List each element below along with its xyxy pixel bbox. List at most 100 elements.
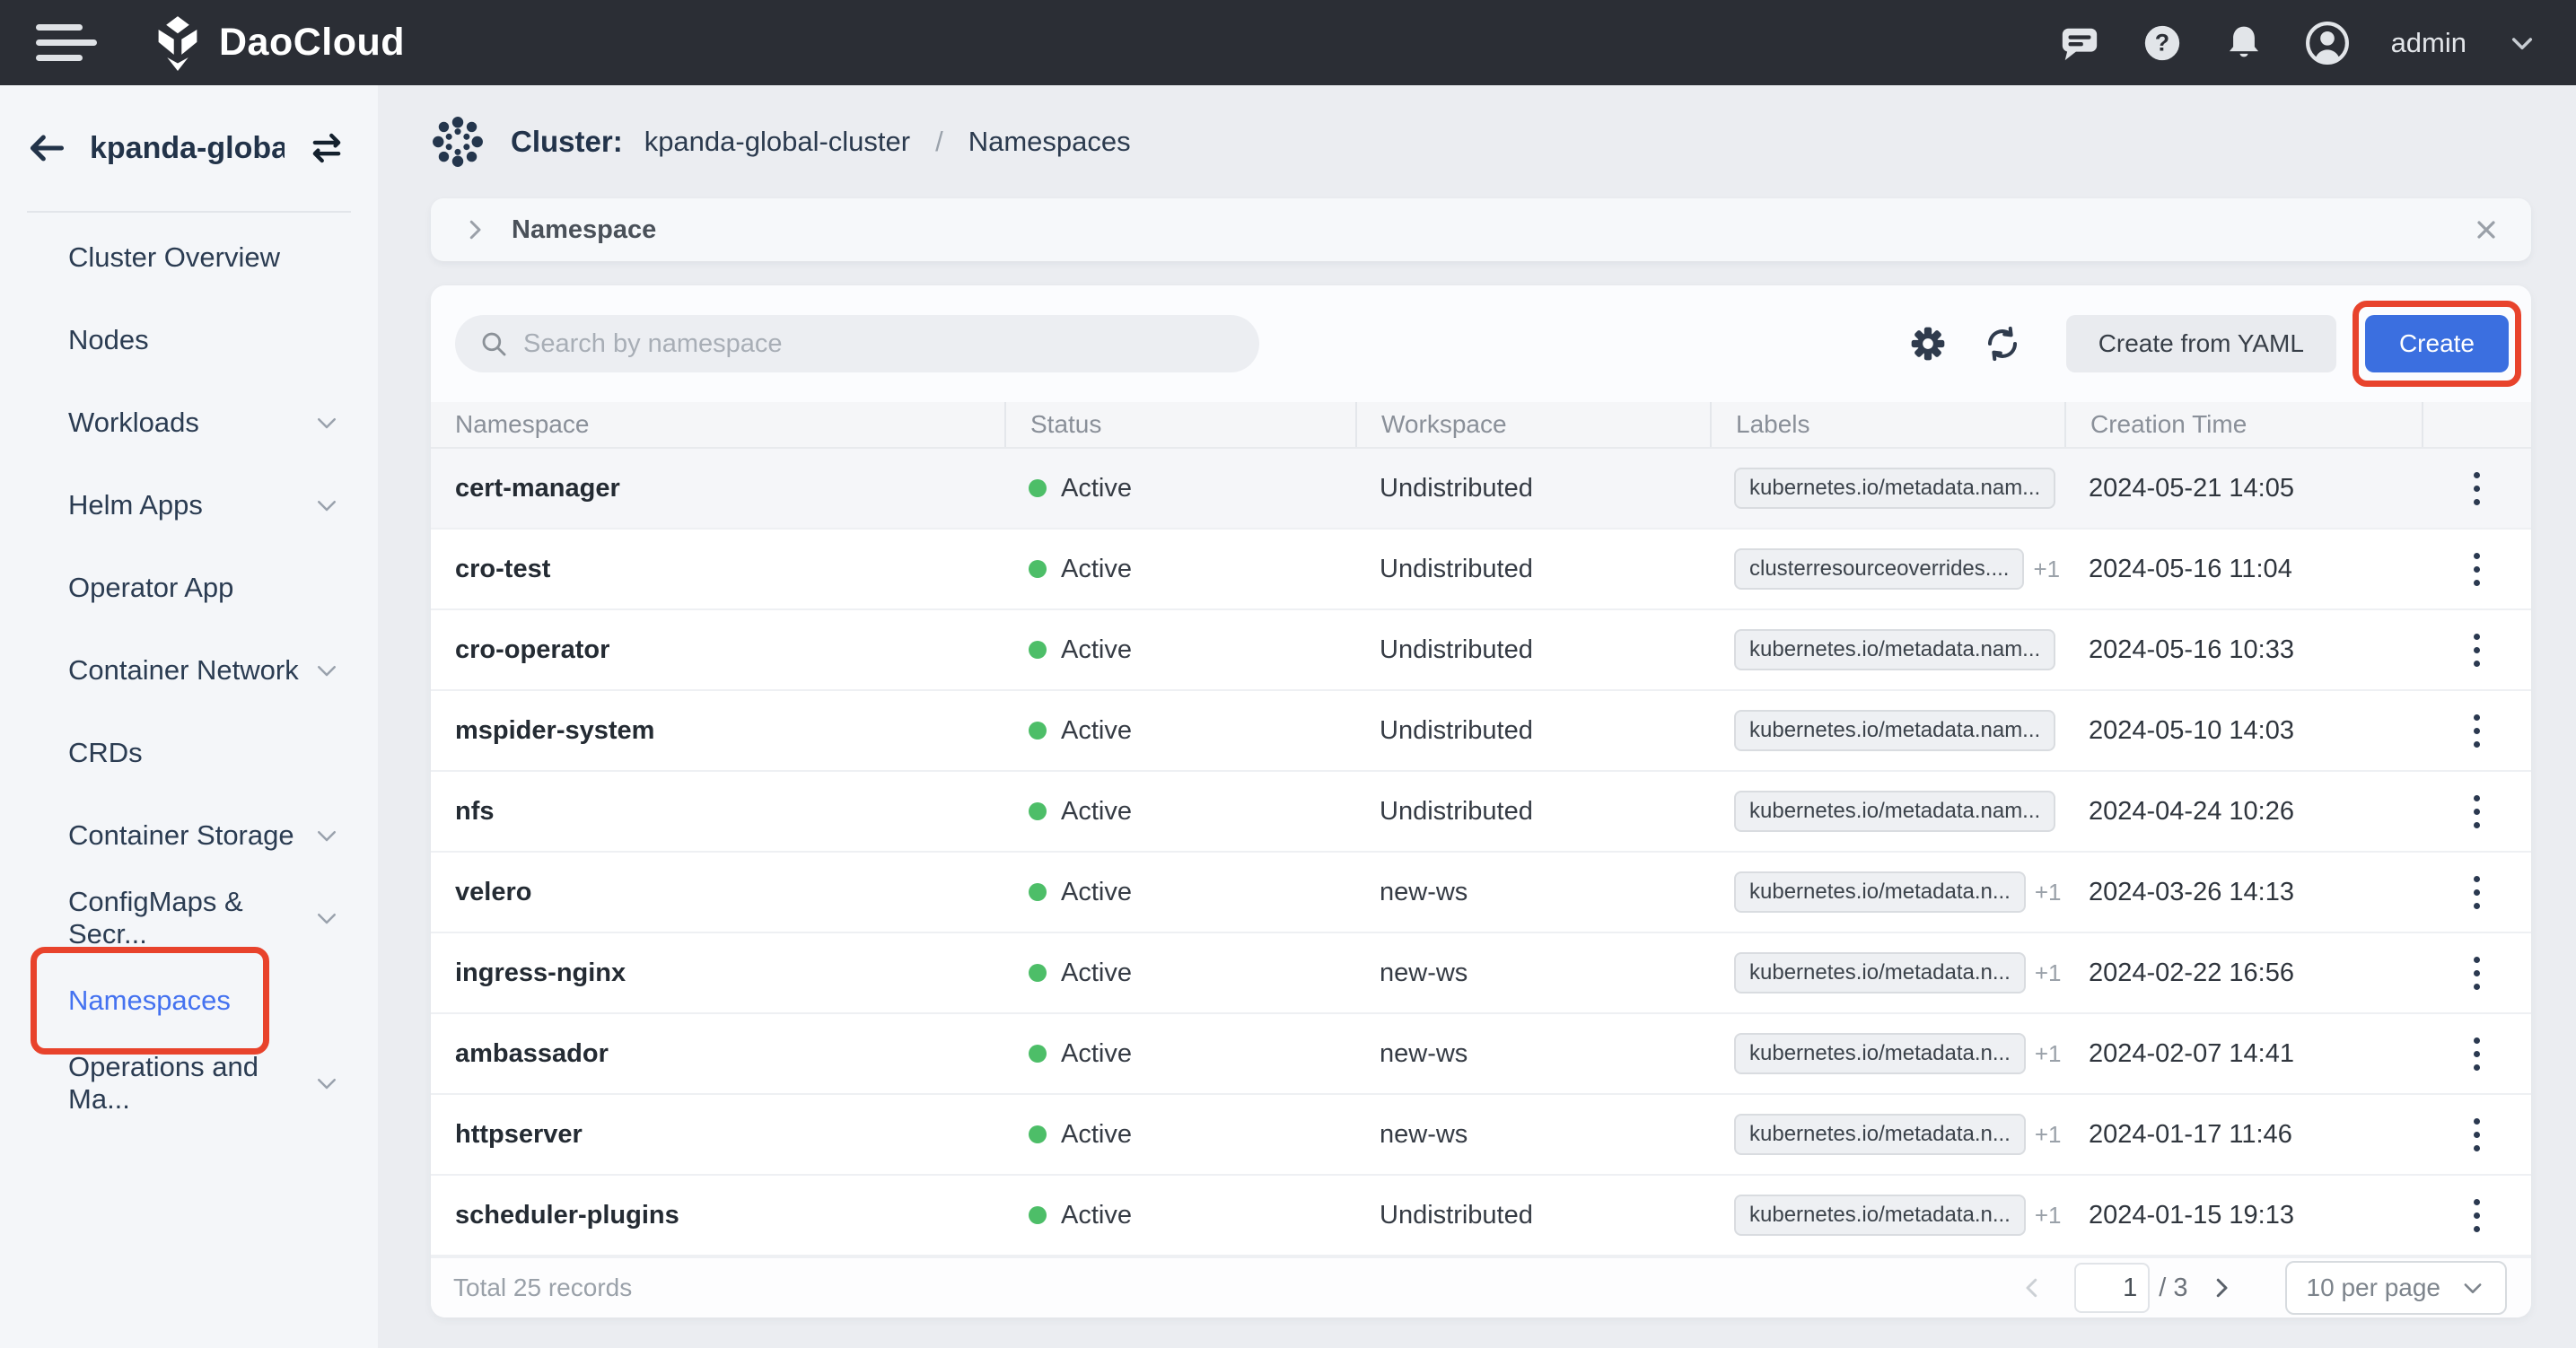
namespace-name: velero — [455, 878, 531, 907]
label-chip: kubernetes.io/metadata.n... — [1734, 1195, 2026, 1236]
column-header-status: Status — [1004, 402, 1355, 447]
sidebar: kpanda-global-cl... Cluster Overview Nod… — [0, 85, 378, 1348]
cluster-name[interactable]: kpanda-global-cl... — [90, 131, 285, 166]
status-active-dot — [1029, 1045, 1047, 1063]
status-text: Active — [1061, 635, 1132, 665]
label-chip: kubernetes.io/metadata.n... — [1734, 952, 2026, 993]
avatar[interactable] — [2305, 21, 2350, 66]
table-row[interactable]: velero Active new-ws kubernetes.io/metad… — [431, 853, 2531, 933]
labels-overflow-count: +1 — [2033, 556, 2060, 583]
pagination-prev-chevron-left-icon[interactable] — [2019, 1274, 2046, 1301]
user-menu-chevron-down-icon[interactable] — [2508, 29, 2537, 57]
table-header: Namespace Status Workspace Labels Creati… — [431, 402, 2531, 449]
page-number-input[interactable] — [2074, 1263, 2150, 1313]
table-row[interactable]: cert-manager Active Undistributed kubern… — [431, 449, 2531, 530]
search-icon — [478, 328, 509, 359]
refresh-icon[interactable] — [1984, 325, 2021, 363]
page-total-label: / 3 — [2159, 1274, 2187, 1303]
status-active-dot — [1029, 560, 1047, 578]
status-active-dot — [1029, 802, 1047, 820]
table-row[interactable]: cro-operator Active Undistributed kubern… — [431, 610, 2531, 691]
status-text: Active — [1061, 878, 1132, 907]
row-actions-kebab-icon[interactable] — [2465, 1109, 2489, 1160]
sidebar-menu: Cluster Overview Nodes Workloads Helm Ap… — [0, 213, 378, 1125]
namespace-name: cro-test — [455, 555, 550, 584]
row-actions-kebab-icon[interactable] — [2465, 948, 2489, 999]
label-chip: kubernetes.io/metadata.nam... — [1734, 791, 2055, 832]
chevron-down-icon — [313, 822, 340, 849]
create-button[interactable]: Create — [2365, 315, 2509, 372]
row-actions-kebab-icon[interactable] — [2465, 463, 2489, 514]
chevron-down-icon — [313, 409, 340, 436]
row-actions-kebab-icon[interactable] — [2465, 786, 2489, 837]
help-icon[interactable]: ? — [2142, 22, 2183, 64]
brand-name: DaoCloud — [219, 21, 405, 65]
label-chip: kubernetes.io/metadata.n... — [1734, 871, 2026, 913]
sidebar-item-configmaps-secr[interactable]: ConfigMaps & Secr... — [0, 877, 378, 959]
row-actions-kebab-icon[interactable] — [2465, 544, 2489, 595]
column-header-actions — [2422, 402, 2531, 447]
column-header-creation-time: Creation Time — [2064, 402, 2422, 447]
row-actions-kebab-icon[interactable] — [2465, 1190, 2489, 1241]
creation-time-text: 2024-05-10 14:03 — [2089, 716, 2294, 746]
daocloud-logo-icon — [151, 15, 205, 71]
table-row[interactable]: nfs Active Undistributed kubernetes.io/m… — [431, 772, 2531, 853]
workspace-text: new-ws — [1380, 1039, 1468, 1069]
tab-namespace[interactable]: Namespace — [431, 198, 2531, 261]
status-active-dot — [1029, 479, 1047, 497]
close-icon[interactable] — [2472, 215, 2501, 244]
creation-time-text: 2024-02-22 16:56 — [2089, 958, 2294, 988]
namespace-name: httpserver — [455, 1120, 583, 1150]
bell-icon[interactable] — [2224, 22, 2264, 64]
sidebar-item-operator-app[interactable]: Operator App — [0, 547, 378, 629]
creation-time-text: 2024-01-15 19:13 — [2089, 1201, 2294, 1230]
row-actions-kebab-icon[interactable] — [2465, 1029, 2489, 1080]
create-from-yaml-button[interactable]: Create from YAML — [2066, 315, 2336, 372]
namespace-name: mspider-system — [455, 716, 654, 746]
table-row[interactable]: cro-test Active Undistributed clusterres… — [431, 530, 2531, 610]
gear-icon[interactable] — [1910, 326, 1946, 362]
table-row[interactable]: scheduler-plugins Active Undistributed k… — [431, 1176, 2531, 1256]
tab-label: Namespace — [512, 215, 656, 245]
status-active-dot — [1029, 883, 1047, 901]
chevron-down-icon — [313, 492, 340, 519]
back-arrow-icon[interactable] — [27, 128, 66, 168]
chevron-right-icon[interactable] — [461, 216, 488, 243]
labels-overflow-count: +1 — [2035, 1202, 2062, 1230]
per-page-select[interactable]: 10 per page — [2285, 1261, 2507, 1315]
sidebar-item-workloads[interactable]: Workloads — [0, 381, 378, 464]
table-row[interactable]: ambassador Active new-ws kubernetes.io/m… — [431, 1014, 2531, 1095]
creation-time-text: 2024-01-17 11:46 — [2089, 1120, 2292, 1150]
search-input[interactable] — [523, 329, 1236, 359]
switch-cluster-icon[interactable] — [308, 129, 346, 167]
sidebar-item-namespaces[interactable]: Namespaces — [0, 959, 378, 1042]
table-row[interactable]: httpserver Active new-ws kubernetes.io/m… — [431, 1095, 2531, 1176]
table-row[interactable]: ingress-nginx Active new-ws kubernetes.i… — [431, 933, 2531, 1014]
row-actions-kebab-icon[interactable] — [2465, 867, 2489, 918]
sidebar-item-helm-apps[interactable]: Helm Apps — [0, 464, 378, 547]
sidebar-item-container-storage[interactable]: Container Storage — [0, 794, 378, 877]
label-chip: kubernetes.io/metadata.n... — [1734, 1033, 2026, 1074]
breadcrumb: Cluster: kpanda-global-cluster / Namespa… — [378, 85, 2576, 198]
row-actions-kebab-icon[interactable] — [2465, 625, 2489, 676]
pagination-next-chevron-right-icon[interactable] — [2208, 1274, 2235, 1301]
creation-time-text: 2024-05-16 11:04 — [2089, 555, 2292, 584]
sidebar-item-cluster-overview[interactable]: Cluster Overview — [0, 216, 378, 299]
username-label: admin — [2391, 27, 2466, 59]
breadcrumb-separator: / — [935, 126, 943, 158]
breadcrumb-cluster[interactable]: kpanda-global-cluster — [644, 126, 910, 158]
chat-icon[interactable] — [2059, 22, 2100, 64]
select-chevron-down-icon — [2460, 1275, 2485, 1300]
sidebar-item-container-network[interactable]: Container Network — [0, 629, 378, 712]
table-body: cert-manager Active Undistributed kubern… — [431, 449, 2531, 1256]
row-actions-kebab-icon[interactable] — [2465, 705, 2489, 757]
cluster-switcher: kpanda-global-cl... — [0, 85, 378, 211]
sidebar-item-nodes[interactable]: Nodes — [0, 299, 378, 381]
label-chip: kubernetes.io/metadata.nam... — [1734, 468, 2055, 509]
table-row[interactable]: mspider-system Active Undistributed kube… — [431, 691, 2531, 772]
labels-overflow-count: +1 — [2035, 879, 2062, 906]
hamburger-menu-icon[interactable] — [36, 24, 97, 61]
sidebar-item-crds[interactable]: CRDs — [0, 712, 378, 794]
sidebar-item-operations-and-ma[interactable]: Operations and Ma... — [0, 1042, 378, 1125]
labels-overflow-count: +1 — [2035, 1040, 2062, 1068]
